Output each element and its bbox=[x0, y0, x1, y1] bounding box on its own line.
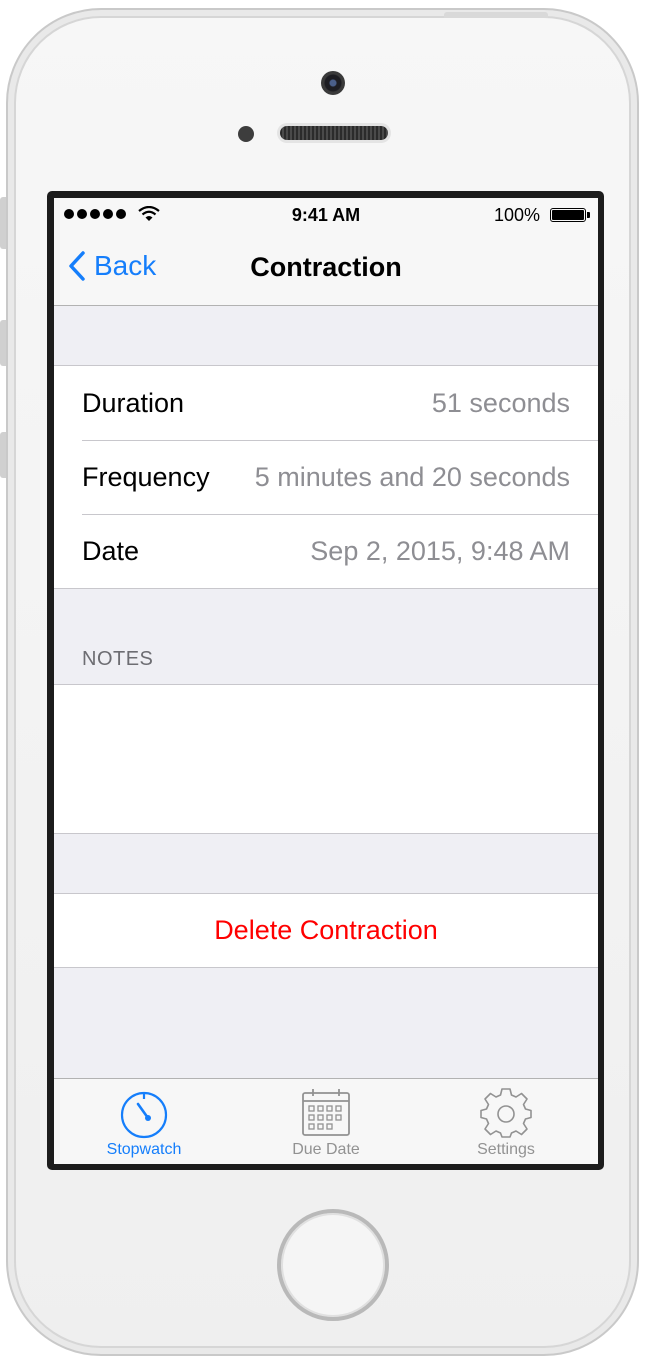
power-button bbox=[444, 12, 548, 18]
tab-settings-label: Settings bbox=[477, 1141, 535, 1158]
calendar-icon bbox=[302, 1089, 350, 1136]
tab-stopwatch-label: Stopwatch bbox=[106, 1141, 182, 1158]
frequency-value: 5 minutes and 20 seconds bbox=[254, 461, 570, 492]
mute-switch bbox=[0, 197, 6, 249]
date-label: Date bbox=[82, 535, 140, 566]
app-display: 9:41 AM 100% Back Contraction Duration 5… bbox=[54, 198, 598, 1164]
front-camera bbox=[321, 71, 345, 95]
notes-field[interactable] bbox=[54, 684, 598, 834]
home-button[interactable] bbox=[277, 1209, 389, 1321]
gear-icon bbox=[480, 1088, 532, 1138]
stopwatch-icon bbox=[120, 1091, 168, 1139]
duration-label: Duration bbox=[82, 387, 185, 418]
detail-row-frequency: Frequency 5 minutes and 20 seconds bbox=[54, 440, 598, 514]
tab-settings[interactable]: Settings bbox=[436, 1079, 576, 1164]
notes-section-header: NOTES bbox=[82, 648, 154, 670]
frequency-label: Frequency bbox=[82, 461, 210, 492]
battery-percentage: 100% bbox=[493, 205, 540, 225]
detail-row-date: Date Sep 2, 2015, 9:48 AM bbox=[54, 514, 598, 588]
duration-value: 51 seconds bbox=[431, 387, 570, 418]
volume-up-button bbox=[0, 320, 6, 366]
tab-due-date-label: Due Date bbox=[292, 1141, 360, 1158]
date-value: Sep 2, 2015, 9:48 AM bbox=[310, 535, 570, 566]
delete-section: Delete Contraction bbox=[54, 893, 598, 968]
proximity-sensor bbox=[238, 126, 254, 142]
battery-tip bbox=[587, 212, 590, 218]
contraction-details: Duration 51 seconds Frequency 5 minutes … bbox=[54, 365, 598, 589]
tab-stopwatch[interactable]: Stopwatch bbox=[74, 1079, 214, 1164]
tab-bar: Stopwatch Due Date Settings bbox=[54, 1078, 598, 1164]
battery-icon bbox=[550, 208, 586, 222]
earpiece-speaker bbox=[280, 126, 388, 140]
volume-down-button bbox=[0, 432, 6, 478]
delete-contraction-button[interactable]: Delete Contraction bbox=[54, 894, 598, 967]
tab-due-date[interactable]: Due Date bbox=[256, 1079, 396, 1164]
navigation-bar: Back Contraction bbox=[54, 232, 598, 306]
detail-row-duration: Duration 51 seconds bbox=[54, 366, 598, 440]
status-bar: 9:41 AM 100% bbox=[54, 198, 598, 232]
notes-text bbox=[54, 685, 598, 717]
page-title: Contraction bbox=[250, 252, 402, 282]
